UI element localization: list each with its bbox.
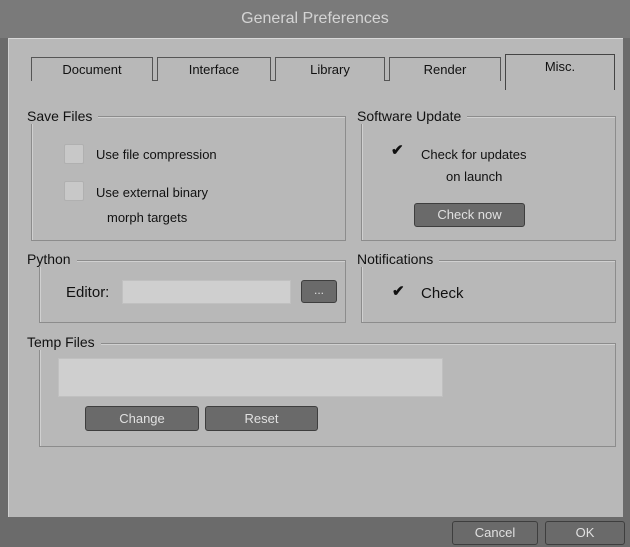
notifications-check-label: Check bbox=[421, 285, 464, 302]
use-file-compression-label: Use file compression bbox=[96, 147, 217, 162]
use-external-binary-label: Use external binary bbox=[96, 185, 208, 200]
use-external-binary-checkbox[interactable] bbox=[64, 181, 84, 201]
save-files-title: Save Files bbox=[27, 108, 99, 124]
ok-button[interactable]: OK bbox=[545, 521, 625, 545]
morph-targets-label: morph targets bbox=[107, 210, 188, 225]
tab-interface[interactable]: Interface bbox=[157, 57, 271, 81]
cancel-button[interactable]: Cancel bbox=[452, 521, 538, 545]
python-browse-button[interactable]: ... bbox=[301, 280, 337, 303]
software-update-title: Software Update bbox=[357, 108, 468, 124]
tab-library[interactable]: Library bbox=[275, 57, 385, 81]
tab-misc[interactable]: Misc. bbox=[505, 54, 615, 90]
python-title: Python bbox=[27, 251, 77, 267]
editor-label: Editor: bbox=[66, 284, 110, 301]
save-files-group bbox=[31, 116, 346, 241]
python-editor-field[interactable] bbox=[122, 280, 291, 304]
check-for-updates-label: Check for updates bbox=[421, 147, 527, 162]
temp-files-change-button[interactable]: Change bbox=[85, 406, 199, 431]
on-launch-label: on launch bbox=[446, 169, 503, 184]
notifications-title: Notifications bbox=[357, 251, 440, 267]
window-title: General Preferences bbox=[0, 0, 630, 38]
check-now-button[interactable]: Check now bbox=[414, 203, 525, 227]
check-for-updates-checkmark-icon[interactable]: ✔ bbox=[391, 141, 404, 159]
temp-files-reset-button[interactable]: Reset bbox=[205, 406, 318, 431]
notifications-checkmark-icon[interactable]: ✔ bbox=[392, 282, 405, 300]
tab-document[interactable]: Document bbox=[31, 57, 153, 81]
tab-bar: Document Interface Library Render Misc. bbox=[9, 39, 623, 90]
temp-files-title: Temp Files bbox=[27, 334, 101, 350]
preferences-window: General Preferences Document Interface L… bbox=[0, 0, 630, 547]
temp-files-path-field bbox=[58, 358, 443, 397]
use-file-compression-checkbox[interactable] bbox=[64, 144, 84, 164]
tab-render[interactable]: Render bbox=[389, 57, 501, 81]
preferences-panel: Document Interface Library Render Misc. … bbox=[8, 38, 623, 518]
dialog-footer: Cancel OK bbox=[0, 517, 630, 547]
